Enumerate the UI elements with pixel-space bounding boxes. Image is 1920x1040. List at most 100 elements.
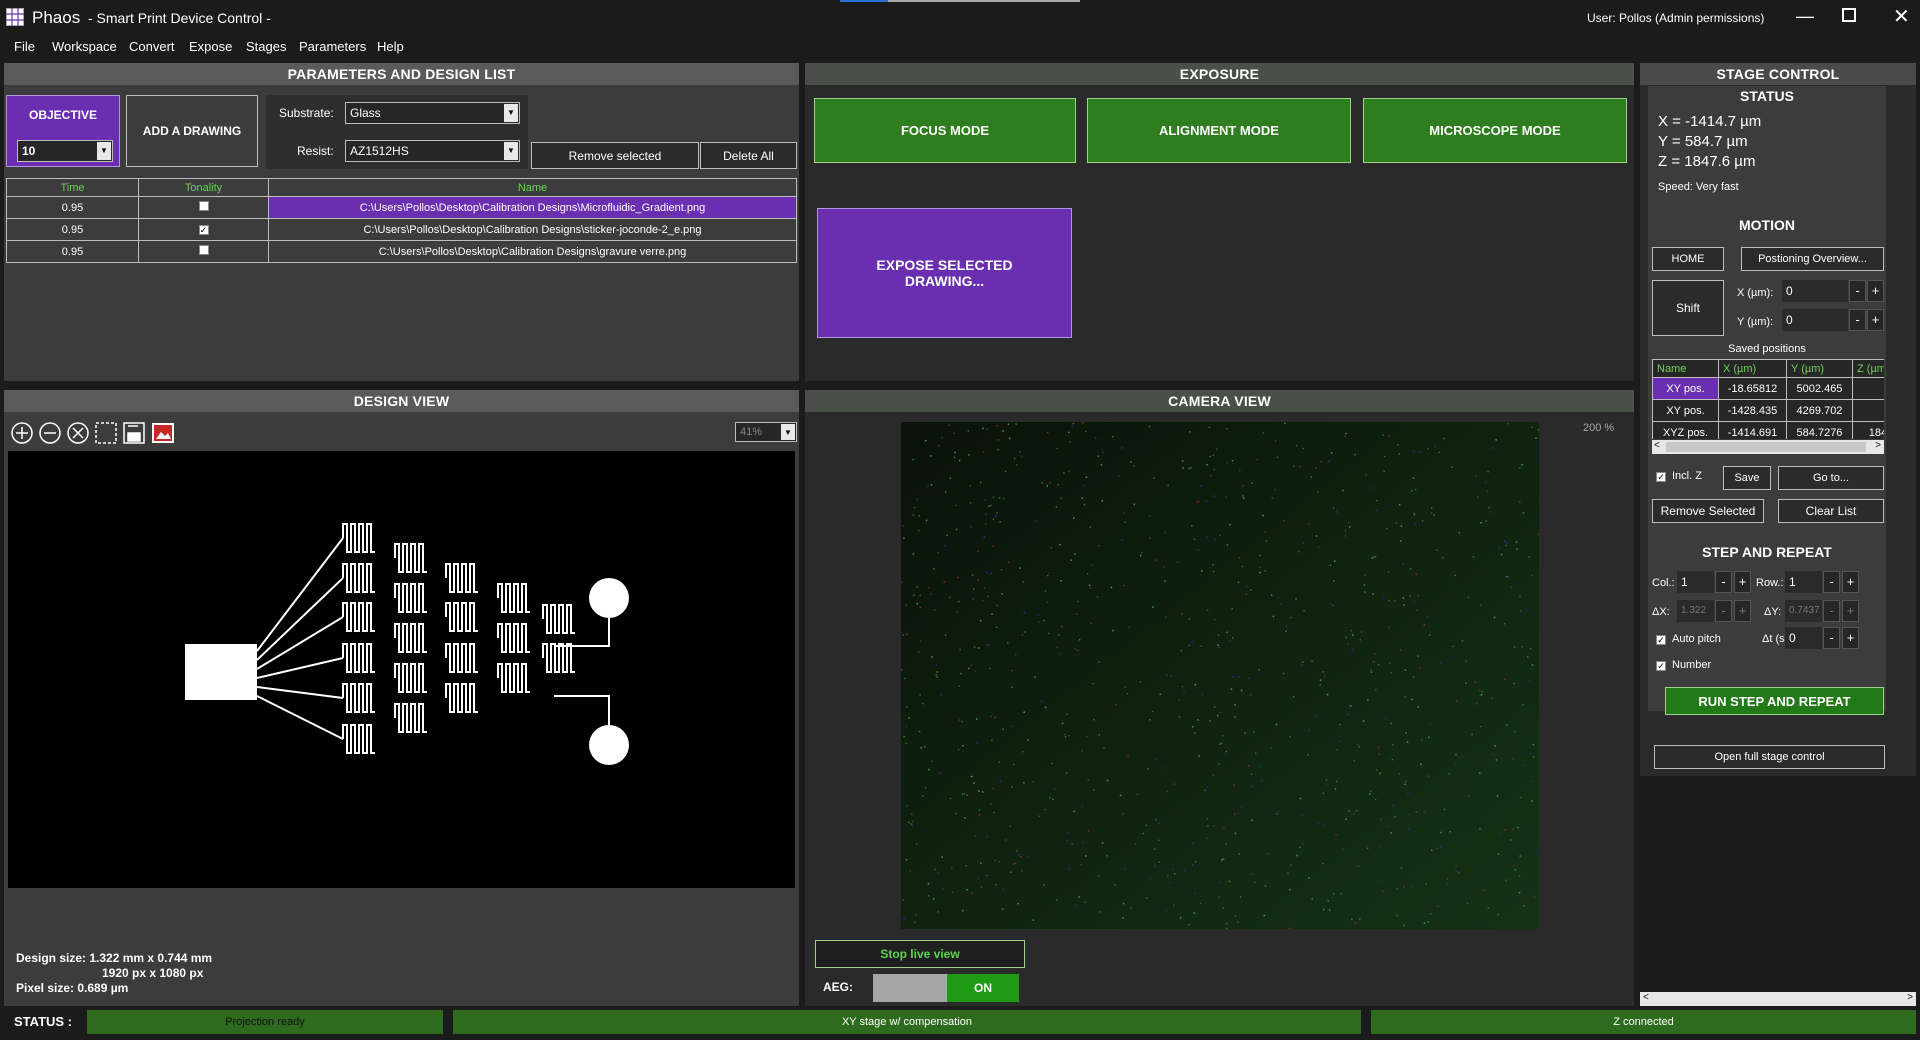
menu-convert[interactable]: Convert	[129, 39, 175, 54]
shift-button[interactable]: Shift	[1652, 280, 1724, 336]
dy-label: ΔY:	[1764, 606, 1782, 618]
goto-position-button[interactable]: Go to...	[1778, 466, 1884, 490]
dt-increment-button[interactable]: +	[1842, 627, 1859, 649]
objective-select[interactable]: 10 ▼	[17, 140, 113, 162]
fit-icon[interactable]	[67, 422, 89, 444]
table-row[interactable]: 0.95 C:\Users\Pollos\Desktop\Calibration…	[6, 240, 797, 263]
dy-input[interactable]: 0.7437	[1785, 600, 1822, 622]
menu-expose[interactable]: Expose	[189, 39, 232, 54]
aeg-label: AEG:	[823, 980, 853, 994]
stop-live-view-button[interactable]: Stop live view	[815, 940, 1025, 968]
dt-decrement-button[interactable]: -	[1823, 627, 1840, 649]
dx-increment-button[interactable]: +	[1734, 600, 1751, 622]
menu-parameters[interactable]: Parameters	[299, 39, 366, 54]
dt-input[interactable]: 0	[1785, 627, 1822, 649]
saved-y: 4269.702	[1786, 399, 1853, 422]
run-step-repeat-button[interactable]: RUN STEP AND REPEAT	[1665, 687, 1884, 715]
y-um-input[interactable]: 0	[1782, 309, 1848, 331]
design-size-label: Design size: 1.322 mm x 0.744 mm	[16, 951, 213, 965]
close-icon[interactable]: ✕	[1893, 4, 1910, 29]
x-um-input[interactable]: 0	[1782, 280, 1848, 302]
dy-decrement-button[interactable]: -	[1823, 600, 1840, 622]
incl-z-checkbox[interactable]: ✓	[1656, 472, 1666, 482]
expose-selected-button[interactable]: EXPOSE SELECTED DRAWING...	[817, 208, 1072, 338]
col-label: Col.:	[1652, 577, 1675, 589]
y-position: Y = 584.7 µm	[1658, 133, 1748, 150]
tonality-checkbox[interactable]: ✓	[198, 224, 209, 235]
number-checkbox[interactable]: ✓	[1656, 661, 1666, 671]
saved-row[interactable]: XY pos. -18.65812 5002.465	[1652, 377, 1884, 400]
row-decrement-button[interactable]: -	[1823, 571, 1840, 593]
menu-workspace[interactable]: Workspace	[52, 39, 117, 54]
remove-selected-position-button[interactable]: Remove Selected	[1652, 499, 1764, 523]
zoom-out-icon[interactable]	[39, 422, 61, 444]
saved-row[interactable]: XYZ pos. -1414.691 584.7276 1847.	[1652, 421, 1884, 439]
save-icon[interactable]	[123, 422, 145, 444]
saved-positions-list: Name X (µm) Y (µm) Z (µm XY pos. -18.658…	[1652, 359, 1884, 439]
positioning-overview-button[interactable]: Postioning Overview...	[1741, 247, 1884, 271]
aeg-toggle-off	[873, 974, 947, 1002]
y-increment-button[interactable]: +	[1867, 309, 1884, 331]
x-decrement-button[interactable]: -	[1849, 280, 1866, 302]
home-button[interactable]: HOME	[1652, 247, 1724, 271]
tonality-checkbox[interactable]	[198, 201, 209, 211]
restore-icon[interactable]	[1842, 8, 1856, 22]
col-input[interactable]: 1	[1677, 571, 1714, 593]
table-row[interactable]: 0.95 ✓ C:\Users\Pollos\Desktop\Calibrati…	[6, 218, 797, 241]
saved-list-scrollbar[interactable]: < >	[1652, 440, 1884, 454]
dx-decrement-button[interactable]: -	[1715, 600, 1732, 622]
menu-file[interactable]: File	[14, 39, 35, 54]
clear-list-button[interactable]: Clear List	[1778, 499, 1884, 523]
aeg-toggle-on: ON	[947, 974, 1019, 1002]
scroll-right-icon[interactable]: >	[1875, 440, 1881, 451]
col-increment-button[interactable]: +	[1734, 571, 1751, 593]
camera-feed[interactable]	[901, 422, 1539, 929]
scroll-thumb[interactable]	[1666, 442, 1866, 452]
tonality-checkbox[interactable]	[198, 245, 209, 255]
zoom-in-icon[interactable]	[11, 422, 33, 444]
menu-help[interactable]: Help	[377, 39, 404, 54]
scroll-left-icon[interactable]: <	[1643, 992, 1649, 1003]
scroll-right-icon[interactable]: >	[1907, 992, 1913, 1003]
chevron-down-icon: ▼	[504, 104, 518, 122]
add-drawing-button[interactable]: ADD A DRAWING	[126, 95, 258, 167]
saved-z	[1852, 399, 1884, 422]
substrate-select[interactable]: Glass ▼	[345, 102, 520, 124]
microscope-mode-button[interactable]: MICROSCOPE MODE	[1363, 98, 1627, 163]
dy-increment-button[interactable]: +	[1842, 600, 1859, 622]
title-accent-bar	[840, 0, 888, 2]
saved-row[interactable]: XY pos. -1428.435 4269.702	[1652, 399, 1884, 422]
row-input[interactable]: 1	[1785, 571, 1822, 593]
design-zoom-select[interactable]: 41% ▼	[735, 422, 797, 442]
focus-mode-button[interactable]: FOCUS MODE	[814, 98, 1076, 163]
menu-stages[interactable]: Stages	[246, 39, 286, 54]
minimize-icon[interactable]: —	[1796, 6, 1814, 27]
dx-input[interactable]: 1.322	[1677, 600, 1714, 622]
camera-noise	[901, 422, 1539, 929]
open-full-stage-control-button[interactable]: Open full stage control	[1654, 745, 1885, 769]
row-increment-button[interactable]: +	[1842, 571, 1859, 593]
auto-pitch-checkbox[interactable]: ✓	[1656, 635, 1666, 645]
y-um-label: Y (µm):	[1737, 316, 1774, 328]
saved-positions-label: Saved positions	[1728, 343, 1806, 355]
microfluidic-design-preview	[185, 523, 629, 765]
y-decrement-button[interactable]: -	[1849, 309, 1866, 331]
col-decrement-button[interactable]: -	[1715, 571, 1732, 593]
remove-selected-button[interactable]: Remove selected	[531, 142, 699, 169]
aeg-toggle[interactable]: ON	[873, 974, 1019, 1002]
table-row[interactable]: 0.95 C:\Users\Pollos\Desktop\Calibration…	[6, 196, 797, 219]
saved-positions-table: Name X (µm) Y (µm) Z (µm XY pos. -18.658…	[1652, 359, 1884, 439]
design-canvas[interactable]	[8, 451, 795, 888]
delete-all-button[interactable]: Delete All	[700, 142, 797, 169]
x-increment-button[interactable]: +	[1867, 280, 1884, 302]
dx-label: ΔX:	[1652, 606, 1670, 618]
parameters-header: PARAMETERS AND DESIGN LIST	[4, 63, 799, 85]
scroll-left-icon[interactable]: <	[1654, 440, 1660, 451]
resist-select[interactable]: AZ1512HS ▼	[345, 140, 520, 162]
image-icon[interactable]	[152, 423, 174, 443]
save-position-button[interactable]: Save	[1723, 466, 1771, 490]
app-name: Phaos	[32, 8, 81, 27]
alignment-mode-button[interactable]: ALIGNMENT MODE	[1087, 98, 1351, 163]
stage-panel-scrollbar[interactable]: < >	[1640, 992, 1916, 1006]
select-icon[interactable]	[95, 422, 117, 444]
